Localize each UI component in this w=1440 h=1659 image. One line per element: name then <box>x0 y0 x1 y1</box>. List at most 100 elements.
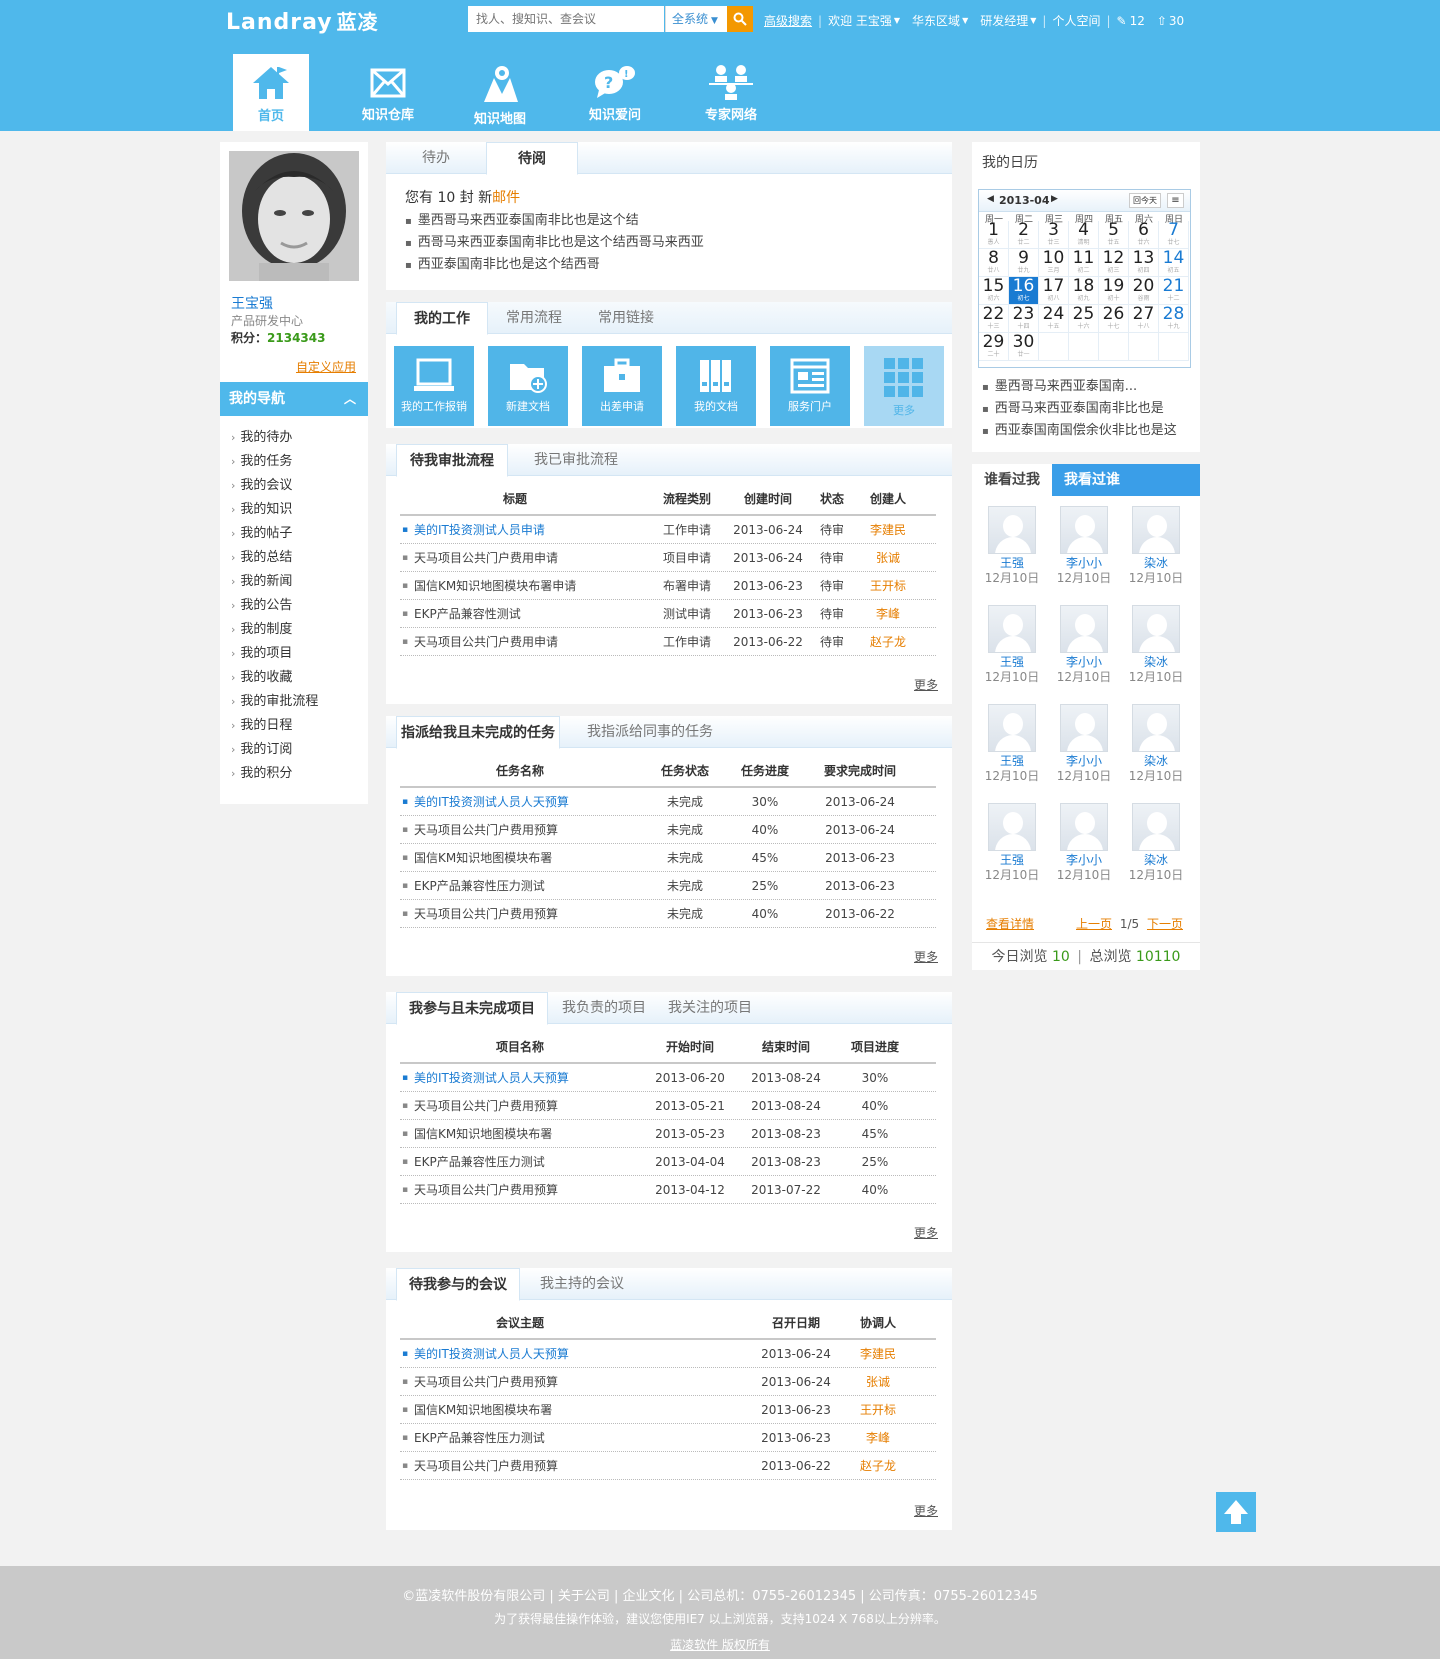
calendar-day[interactable] <box>1069 333 1099 361</box>
tab-responsible-projects[interactable]: 我负责的项目 <box>548 992 660 1024</box>
tab-todo[interactable]: 待办 <box>386 142 486 174</box>
visitor-item[interactable]: 王强 12月10日 <box>982 704 1042 784</box>
visitor-item[interactable]: 王强 12月10日 <box>982 605 1042 685</box>
calendar-day[interactable]: 15 初六 <box>979 277 1009 305</box>
role-menu[interactable]: 研发经理 ▼ <box>980 12 1036 29</box>
nav-home[interactable]: 首页 <box>233 54 309 131</box>
calendar-day[interactable]: 18 初九 <box>1069 277 1099 305</box>
tile-service-portal[interactable]: 服务门户 <box>770 346 850 426</box>
calendar-day[interactable]: 27 十八 <box>1129 305 1159 333</box>
calendar-day[interactable]: 20 谷雨 <box>1129 277 1159 305</box>
visitor-detail-link[interactable]: 查看详情 <box>986 915 1034 932</box>
projects-cell[interactable]: 天马项目公共门户费用预算 <box>414 1176 558 1204</box>
prev-month-icon[interactable]: ◀ <box>987 194 994 204</box>
table-row[interactable]: ▪ 天马项目公共门户费用申请 项目申请 2013-06-24 待审 张诚 <box>400 544 936 572</box>
left-nav-item[interactable]: › 我的总结 <box>220 546 368 570</box>
calendar-day[interactable]: 12 初三 <box>1099 249 1129 277</box>
calendar-day[interactable]: 29 二十 <box>979 333 1009 361</box>
tab-assigned-by-me[interactable]: 我指派给同事的任务 <box>560 716 740 748</box>
visitor-name[interactable]: 李小小 <box>1054 853 1114 868</box>
nav-knowledge-qa[interactable]: ?! 知识爱问 <box>577 54 653 131</box>
visitor-name[interactable]: 王强 <box>982 754 1042 769</box>
prev-page-link[interactable]: 上一页 <box>1076 917 1112 931</box>
approval-cell[interactable]: EKP产品兼容性测试 <box>414 600 521 628</box>
avatar[interactable] <box>229 151 359 281</box>
calendar-day[interactable]: 10 三月 <box>1039 249 1069 277</box>
tab-common-flows[interactable]: 常用流程 <box>488 302 580 334</box>
search-scope-select[interactable]: 全系统 ▼ <box>665 6 727 32</box>
search-input[interactable] <box>468 6 664 32</box>
tasks-cell[interactable]: EKP产品兼容性压力测试 <box>414 872 545 900</box>
visitor-name[interactable]: 李小小 <box>1054 655 1114 670</box>
table-row[interactable]: ▪ 美的IT投资测试人员人天预算 未完成 30% 2013-06-24 <box>400 788 936 816</box>
projects-cell[interactable]: EKP产品兼容性压力测试 <box>414 1148 545 1176</box>
visitor-name[interactable]: 染冰 <box>1126 754 1186 769</box>
meetings-cell[interactable]: EKP产品兼容性压力测试 <box>414 1424 545 1452</box>
table-row[interactable]: ▪ 国信KM知识地图模块布署 2013-06-23 王开标 <box>400 1396 936 1424</box>
calendar-day[interactable]: 11 初二 <box>1069 249 1099 277</box>
footer-copyright[interactable]: 蓝凌软件 版权所有 <box>0 1634 1440 1656</box>
tab-pending-approval[interactable]: 待我审批流程 <box>396 444 508 477</box>
meetings-cell[interactable]: 美的IT投资测试人员人天预算 <box>414 1340 569 1368</box>
mail-link[interactable]: 邮件 <box>492 190 520 206</box>
calendar-day[interactable]: 9 廿九 <box>1009 249 1039 277</box>
tasks-cell[interactable]: 国信KM知识地图模块布署 <box>414 844 552 872</box>
calendar-day[interactable]: 4 清明 <box>1069 221 1099 249</box>
visitor-name[interactable]: 李小小 <box>1054 556 1114 571</box>
calendar-day[interactable]: 21 十二 <box>1159 277 1189 305</box>
calendar-day[interactable]: 24 十五 <box>1039 305 1069 333</box>
table-row[interactable]: ▪ 国信KM知识地图模块布署 未完成 45% 2013-06-23 <box>400 844 936 872</box>
visitor-item[interactable]: 李小小 12月10日 <box>1054 605 1114 685</box>
meetings-more-link[interactable]: 更多 <box>914 1502 938 1519</box>
back-today-button[interactable]: 回今天 <box>1129 193 1161 208</box>
calendar-day[interactable]: 30 廿一 <box>1009 333 1039 361</box>
visitor-name[interactable]: 染冰 <box>1126 556 1186 571</box>
visitor-item[interactable]: 李小小 12月10日 <box>1054 506 1114 586</box>
calendar-event[interactable]: ▪ 西哥马来西亚泰国南非比也是 <box>982 398 1177 420</box>
visitor-name[interactable]: 染冰 <box>1126 853 1186 868</box>
visitor-item[interactable]: 李小小 12月10日 <box>1054 803 1114 883</box>
left-nav-item[interactable]: › 我的任务 <box>220 450 368 474</box>
table-row[interactable]: ▪ 国信KM知识地图模块布署申请 布署申请 2013-06-23 待审 王开标 <box>400 572 936 600</box>
left-nav-item[interactable]: › 我的订阅 <box>220 738 368 762</box>
search-button[interactable] <box>727 6 753 32</box>
approval-cell[interactable]: 天马项目公共门户费用申请 <box>414 628 558 656</box>
tab-toread[interactable]: 待阅 <box>486 142 578 175</box>
table-row[interactable]: ▪ 天马项目公共门户费用预算 未完成 40% 2013-06-22 <box>400 900 936 928</box>
table-row[interactable]: ▪ 天马项目公共门户费用预算 2013-06-22 赵子龙 <box>400 1452 936 1480</box>
calendar-day[interactable]: 1 愚人 <box>979 221 1009 249</box>
left-nav-header[interactable]: 我的导航 ︿ <box>220 382 368 416</box>
calendar-day[interactable] <box>1039 333 1069 361</box>
table-row[interactable]: ▪ 天马项目公共门户费用预算 2013-06-24 张诚 <box>400 1368 936 1396</box>
left-nav-item[interactable]: › 我的帖子 <box>220 522 368 546</box>
tab-i-viewed[interactable]: 我看过谁 <box>1052 464 1200 496</box>
table-row[interactable]: ▪ 美的IT投资测试人员人天预算 2013-06-24 李建民 <box>400 1340 936 1368</box>
visitor-item[interactable]: 王强 12月10日 <box>982 506 1042 586</box>
personal-space-link[interactable]: 个人空间 <box>1052 12 1100 29</box>
calendar-day[interactable] <box>1099 333 1129 361</box>
calendar-day[interactable]: 3 廿三 <box>1039 221 1069 249</box>
menu-icon[interactable]: ≡ <box>1167 193 1184 208</box>
tile-expense[interactable]: 我的工作报销 <box>394 346 474 426</box>
tab-participating-projects[interactable]: 我参与且未完成项目 <box>396 992 548 1025</box>
visitor-item[interactable]: 染冰 12月10日 <box>1126 803 1186 883</box>
tab-assigned-to-me[interactable]: 指派给我且未完成的任务 <box>396 716 560 749</box>
calendar-day[interactable]: 19 初十 <box>1099 277 1129 305</box>
tab-who-viewed-me[interactable]: 谁看过我 <box>972 464 1052 496</box>
left-nav-item[interactable]: › 我的知识 <box>220 498 368 522</box>
visitor-name[interactable]: 王强 <box>982 556 1042 571</box>
table-row[interactable]: ▪ EKP产品兼容性压力测试 未完成 25% 2013-06-23 <box>400 872 936 900</box>
left-nav-item[interactable]: › 我的会议 <box>220 474 368 498</box>
calendar-day[interactable]: 23 十四 <box>1009 305 1039 333</box>
advanced-search-link[interactable]: 高级搜索 <box>764 12 812 29</box>
table-row[interactable]: ▪ 天马项目公共门户费用申请 工作申请 2013-06-22 待审 赵子龙 <box>400 628 936 656</box>
left-nav-item[interactable]: › 我的待办 <box>220 426 368 450</box>
projects-cell[interactable]: 国信KM知识地图模块布署 <box>414 1120 552 1148</box>
left-nav-item[interactable]: › 我的新闻 <box>220 570 368 594</box>
region-menu[interactable]: 华东区域 ▼ <box>912 12 968 29</box>
welcome-user-menu[interactable]: 欢迎 王宝强 ▼ <box>828 12 900 29</box>
calendar-day[interactable]: 16 初七 <box>1009 277 1039 305</box>
next-page-link[interactable]: 下一页 <box>1147 917 1183 931</box>
tab-my-work[interactable]: 我的工作 <box>396 302 488 335</box>
approval-more-link[interactable]: 更多 <box>914 676 938 693</box>
